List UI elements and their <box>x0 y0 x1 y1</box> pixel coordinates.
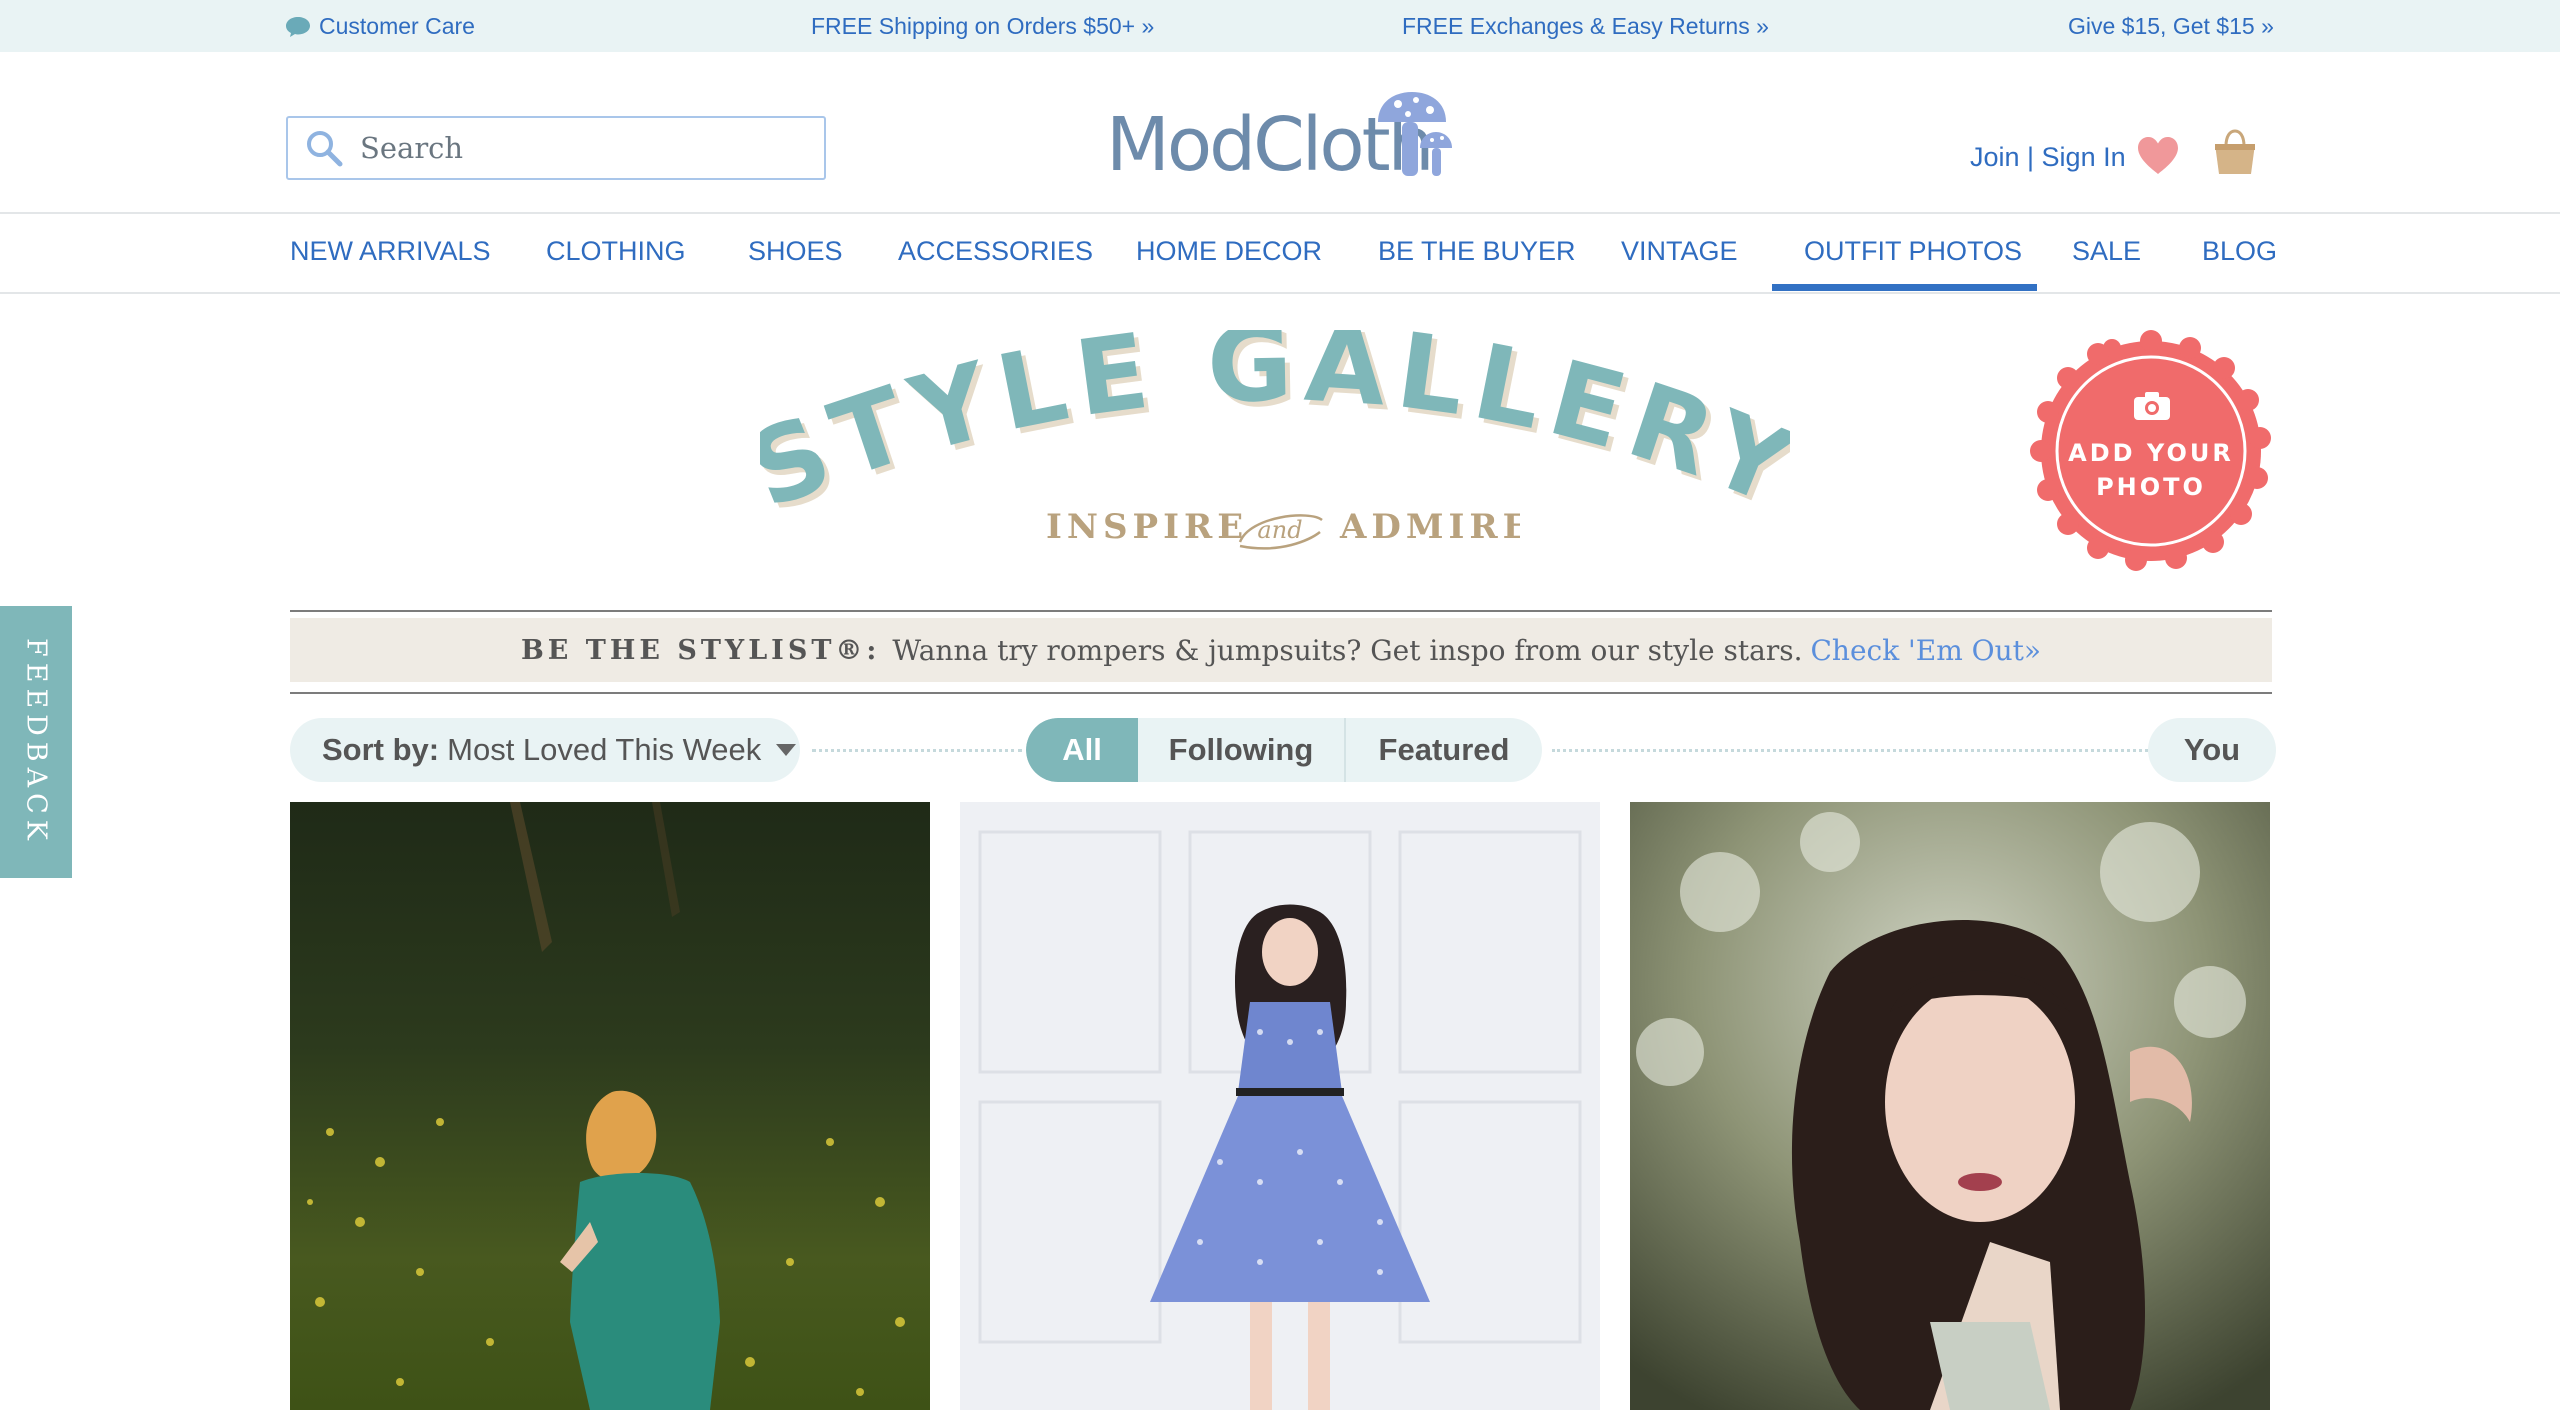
outfit-photo-2[interactable] <box>960 802 1600 1410</box>
search-icon[interactable] <box>304 128 344 168</box>
shopping-bag-icon[interactable] <box>2212 128 2258 176</box>
chat-icon <box>286 16 310 37</box>
nav-accessories[interactable]: ACCESSORIES <box>898 236 1093 267</box>
stylist-text: Wanna try rompers & jumpsuits? Get inspo… <box>892 633 1803 667</box>
free-exchanges-link[interactable]: FREE Exchanges & Easy Returns » <box>1402 13 1769 40</box>
main-nav: NEW ARRIVALS CLOTHING SHOES ACCESSORIES … <box>0 214 2560 294</box>
outfit-photo-2-image <box>960 802 1600 1410</box>
add-your-photo-button[interactable]: ADD YOUR PHOTO <box>2030 330 2272 572</box>
heart-icon[interactable] <box>2136 136 2180 176</box>
tab-featured[interactable]: Featured <box>1346 718 1542 782</box>
nav-blog[interactable]: BLOG <box>2202 236 2277 267</box>
promo-bar: Customer Care FREE Shipping on Orders $5… <box>0 0 2560 52</box>
camera-icon <box>2134 392 2170 420</box>
nav-divider <box>0 292 2560 294</box>
nav-clothing[interactable]: CLOTHING <box>546 236 686 267</box>
nav-be-the-buyer[interactable]: BE THE BUYER <box>1378 236 1576 267</box>
filter-tabs: All Following Featured <box>1026 718 1542 782</box>
customer-care-link[interactable]: Customer Care <box>285 13 475 40</box>
outfit-photo-3[interactable] <box>1630 802 2270 1410</box>
tagline-admire: ADMIRE <box>1339 507 1520 547</box>
outfit-photo-3-image <box>1630 802 2270 1410</box>
join-sign-in-link[interactable]: Join | Sign In <box>1970 142 2126 173</box>
you-filter-button[interactable]: You <box>2148 718 2276 782</box>
be-the-stylist-banner: BE THE STYLIST®: Wanna try rompers & jum… <box>290 618 2272 682</box>
nav-home-decor[interactable]: HOME DECOR <box>1136 236 1322 267</box>
tagline-and: and <box>1257 516 1302 544</box>
sort-dropdown[interactable]: Sort by: Most Loved This Week <box>290 718 800 782</box>
filter-dots-left <box>812 749 1022 752</box>
filter-dots-right <box>1552 749 2148 752</box>
add-photo-label: ADD YOUR PHOTO <box>2030 436 2272 504</box>
feedback-label: FEEDBACK <box>20 638 52 846</box>
free-shipping-link[interactable]: FREE Shipping on Orders $50+ » <box>811 13 1154 40</box>
add-photo-line2: PHOTO <box>2096 473 2206 501</box>
referral-link[interactable]: Give $15, Get $15 » <box>2068 13 2274 40</box>
nav-active-indicator <box>1772 284 2037 291</box>
nav-sale[interactable]: SALE <box>2072 236 2141 267</box>
outfit-photo-1[interactable] <box>290 802 930 1410</box>
tab-all[interactable]: All <box>1026 718 1138 782</box>
nav-new-arrivals[interactable]: NEW ARRIVALS <box>290 236 491 267</box>
stylist-divider-bottom <box>290 692 2272 694</box>
search-box[interactable] <box>286 116 826 180</box>
stylist-label: BE THE STYLIST®: <box>520 634 881 666</box>
outfit-photo-1-image <box>290 802 930 1410</box>
sort-value: Most Loved This Week <box>447 732 762 767</box>
caret-down-icon <box>776 744 797 756</box>
check-em-out-link[interactable]: Check 'Em Out» <box>1810 634 2041 667</box>
tab-following[interactable]: Following <box>1138 718 1346 782</box>
mushroom-icon <box>1378 92 1452 176</box>
feedback-tab[interactable]: FEEDBACK <box>0 606 72 878</box>
modcloth-logo[interactable]: ModCloth <box>1100 88 1460 188</box>
add-photo-line1: ADD YOUR <box>2068 439 2234 467</box>
gallery-tagline: INSPIRE and ADMIRE <box>1046 507 1520 550</box>
stylist-divider-top <box>290 610 2272 612</box>
nav-shoes[interactable]: SHOES <box>748 236 843 267</box>
sort-label: Sort by: <box>322 732 440 767</box>
nav-outfit-photos[interactable]: OUTFIT PHOTOS <box>1804 236 2022 267</box>
customer-care-label: Customer Care <box>319 13 475 39</box>
search-input[interactable] <box>360 131 800 165</box>
nav-vintage[interactable]: VINTAGE <box>1621 236 1738 267</box>
tagline-inspire: INSPIRE <box>1046 507 1248 547</box>
